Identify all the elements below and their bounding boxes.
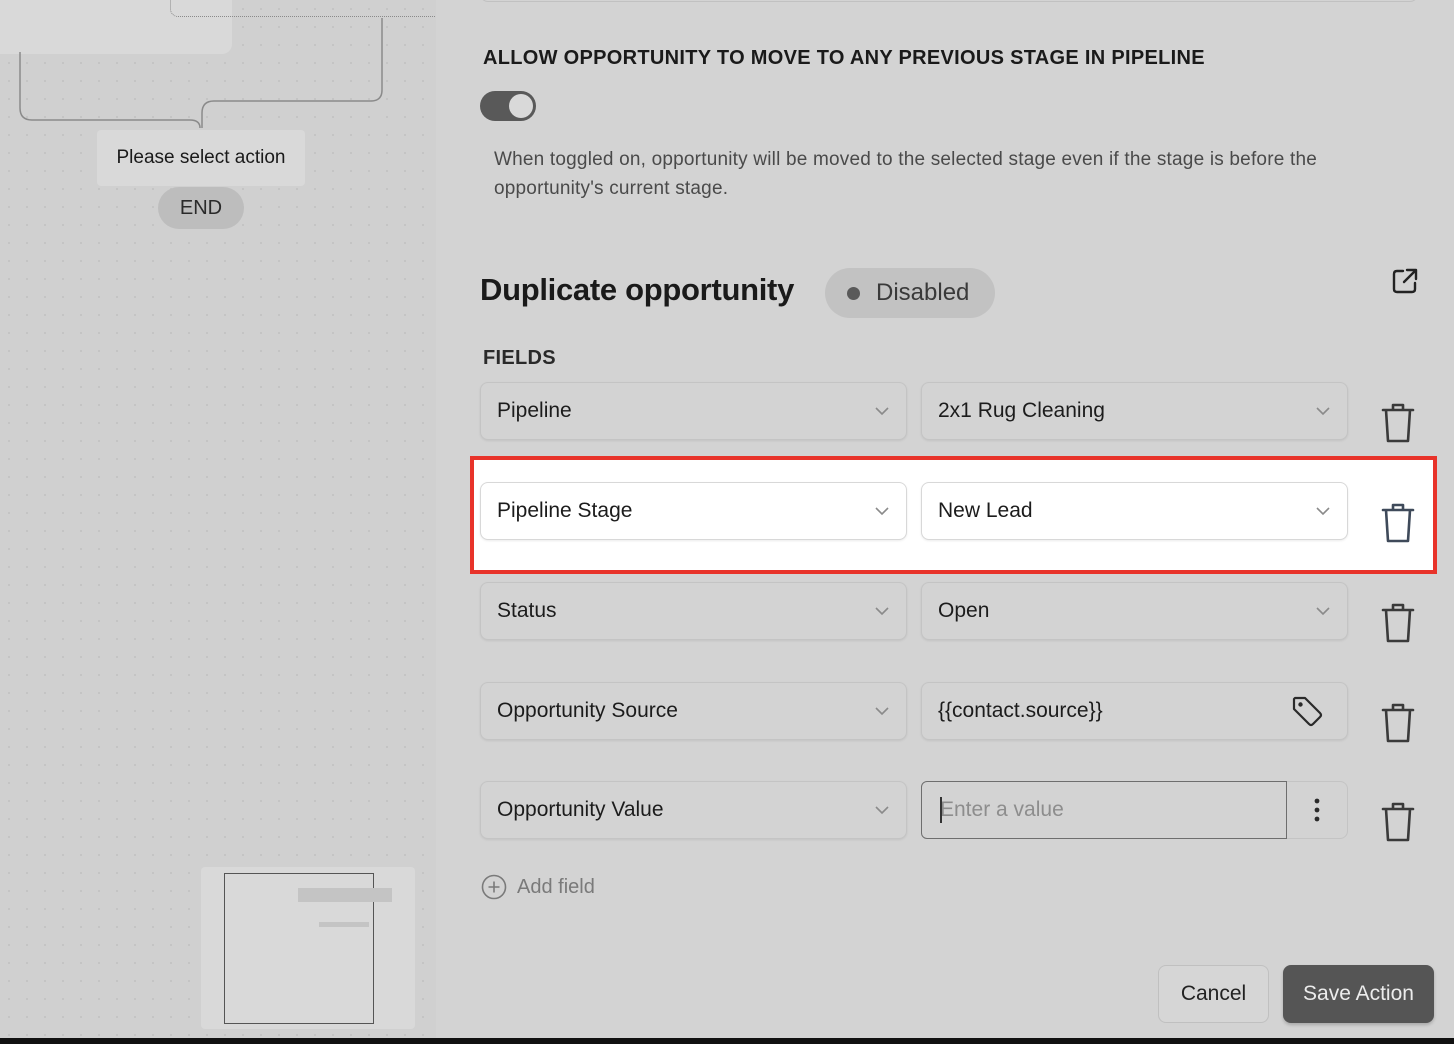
section-title: Duplicate opportunity [480, 272, 795, 307]
value-select[interactable]: 2x1 Rug Cleaning [921, 382, 1348, 440]
field-select[interactable]: Opportunity Value [480, 781, 907, 839]
plus-circle-icon [481, 874, 507, 900]
value-select-value: Open [938, 599, 990, 622]
field-select-value: Opportunity Source [497, 699, 678, 722]
external-link-icon[interactable] [1390, 266, 1420, 296]
chevron-down-icon [875, 806, 889, 815]
cancel-button[interactable]: Cancel [1158, 965, 1269, 1023]
chevron-down-icon [1316, 507, 1330, 516]
trash-icon[interactable] [1380, 702, 1416, 744]
field-row-status: Status Open [480, 582, 1420, 643]
field-select[interactable]: Status [480, 582, 907, 640]
allow-previous-stage-help: When toggled on, opportunity will be mov… [494, 149, 1317, 199]
status-dot-icon [847, 286, 860, 300]
field-select-value: Pipeline Stage [497, 499, 633, 522]
tag-icon [1292, 696, 1323, 727]
allow-previous-stage-toggle[interactable] [480, 91, 536, 121]
end-node: END [158, 187, 244, 229]
field-select-value: Status [497, 599, 557, 622]
minimap-node [298, 888, 392, 902]
field-select-value: Pipeline [497, 399, 572, 422]
custom-value-picker[interactable] [1267, 683, 1347, 739]
fields-label: FIELDS [483, 347, 556, 369]
chevron-down-icon [1316, 607, 1330, 616]
canvas-minimap[interactable] [201, 867, 415, 1029]
field-row-pipeline-stage: Pipeline Stage New Lead [480, 482, 1420, 543]
field-row-opportunity-source: Opportunity Source {{contact.source}} [480, 682, 1420, 743]
source-value-field[interactable]: {{contact.source}} [921, 682, 1348, 740]
field-row-pipeline: Pipeline 2x1 Rug Cleaning [480, 382, 1420, 443]
chevron-down-icon [875, 707, 889, 716]
status-badge-label: Disabled [876, 279, 970, 306]
trash-icon[interactable] [1380, 602, 1416, 644]
value-select-value: New Lead [938, 499, 1033, 522]
field-select[interactable]: Pipeline [480, 382, 907, 440]
add-field-button[interactable]: Add field [481, 874, 595, 900]
field-row-opportunity-value: Opportunity Value [480, 781, 1420, 842]
opportunity-value-input[interactable] [921, 781, 1287, 839]
value-select[interactable]: New Lead [921, 482, 1348, 540]
source-value-text: {{contact.source}} [938, 699, 1103, 722]
save-action-button[interactable]: Save Action [1283, 965, 1434, 1023]
previous-field-edge [480, 0, 1418, 2]
field-select-value: Opportunity Value [497, 798, 664, 821]
chevron-down-icon [875, 607, 889, 616]
field-select[interactable]: Opportunity Source [480, 682, 907, 740]
chevron-down-icon [875, 407, 889, 416]
select-action-node[interactable]: Please select action [97, 130, 305, 186]
value-select[interactable]: Open [921, 582, 1348, 640]
add-field-label: Add field [517, 875, 595, 898]
chevron-down-icon [1316, 407, 1330, 416]
minimap-node [319, 922, 369, 927]
trash-icon[interactable] [1380, 502, 1416, 544]
chevron-down-icon [875, 507, 889, 516]
field-select[interactable]: Pipeline Stage [480, 482, 907, 540]
toggle-knob [509, 94, 533, 118]
status-badge: Disabled [825, 268, 995, 318]
kebab-menu-icon [1314, 798, 1320, 822]
value-select-value: 2x1 Rug Cleaning [938, 399, 1105, 422]
more-options-button[interactable] [1287, 781, 1348, 839]
allow-previous-stage-title: ALLOW OPPORTUNITY TO MOVE TO ANY PREVIOU… [483, 47, 1205, 69]
workflow-canvas[interactable]: Please select action END [0, 0, 436, 1038]
window-bottom-edge [0, 1038, 1454, 1044]
trash-icon[interactable] [1380, 402, 1416, 444]
workflow-connector-line [19, 18, 383, 129]
text-cursor [940, 797, 942, 823]
trash-icon[interactable] [1380, 801, 1416, 843]
